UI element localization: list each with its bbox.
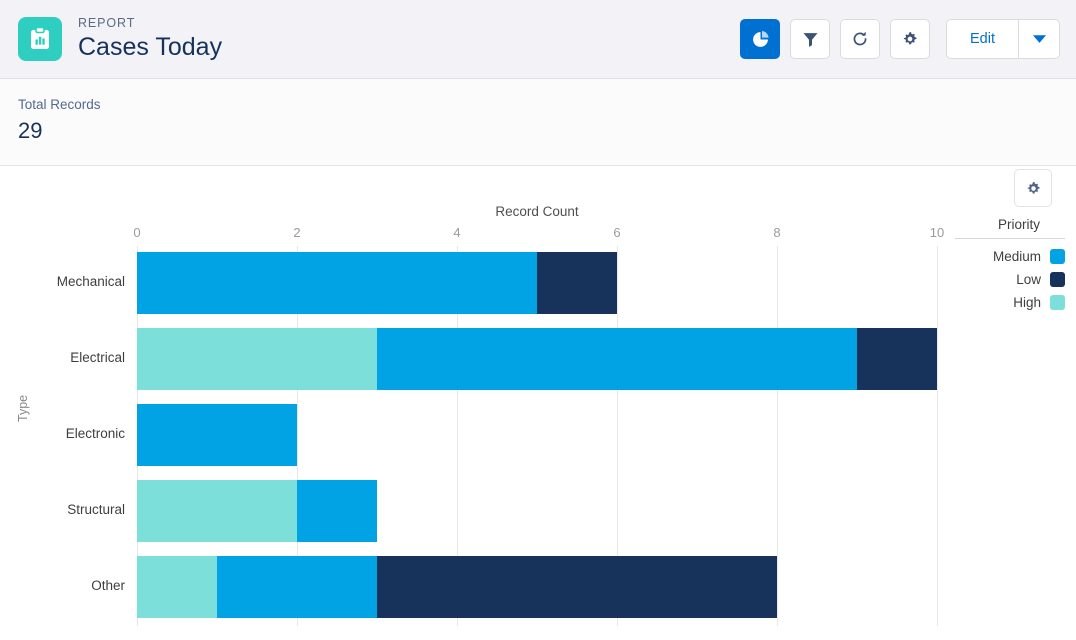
bar-segment[interactable]	[297, 480, 377, 542]
legend-divider	[955, 238, 1065, 239]
chart-legend: Priority Medium Low High	[955, 217, 1065, 314]
filter-button[interactable]	[790, 19, 830, 59]
x-axis-tick-label: 4	[453, 225, 461, 240]
bar-segment[interactable]	[537, 252, 617, 314]
legend-item-label: Medium	[992, 249, 1041, 264]
chart-region: Record Count Type 0 2 4 6 8 10 Mechanical Elect…	[0, 166, 1076, 639]
bar-segment[interactable]	[377, 328, 857, 390]
bar-segment[interactable]	[857, 328, 937, 390]
summary-strip: Total Records 29	[0, 79, 1076, 166]
bar-segment[interactable]	[137, 556, 217, 618]
bar-row	[137, 404, 937, 466]
chart-toggle-button[interactable]	[740, 19, 780, 59]
y-axis-category-label: Other	[91, 578, 125, 593]
bar-segment[interactable]	[137, 404, 297, 466]
total-records-value: 29	[18, 117, 43, 143]
edit-button-group: Edit	[946, 19, 1060, 59]
header-toolbar: Edit	[740, 19, 1060, 59]
legend-color-swatch	[1050, 249, 1065, 264]
bar-row	[137, 328, 937, 390]
legend-color-swatch	[1050, 295, 1065, 310]
x-axis-tick-label: 0	[133, 225, 141, 240]
bar-segment[interactable]	[217, 556, 377, 618]
y-axis-category-label: Mechanical	[56, 274, 125, 289]
bar-segment[interactable]	[377, 556, 777, 618]
legend-item-label: Low	[1016, 272, 1041, 287]
page-title: Cases Today	[78, 33, 223, 62]
x-axis-title: Record Count	[495, 204, 579, 219]
settings-button[interactable]	[890, 19, 930, 59]
x-axis-tick-label: 6	[613, 225, 621, 240]
page-header: REPORT Cases Today Edit	[0, 0, 1076, 79]
legend-item-label: High	[1013, 295, 1041, 310]
legend-item[interactable]: Medium	[955, 245, 1065, 268]
legend-color-swatch	[1050, 272, 1065, 287]
edit-button[interactable]: Edit	[946, 19, 1018, 59]
bar-segment[interactable]	[137, 252, 537, 314]
x-axis-tick-label: 8	[773, 225, 781, 240]
legend-item-list: Medium Low High	[955, 245, 1065, 314]
report-clipboard-icon	[18, 17, 62, 61]
breadcrumb-object-type: REPORT	[78, 16, 136, 31]
y-axis-title: Type	[16, 394, 30, 422]
total-records-label: Total Records	[18, 97, 101, 112]
legend-item[interactable]: High	[955, 291, 1065, 314]
y-axis-category-label: Electronic	[65, 426, 125, 441]
bar-segment[interactable]	[137, 480, 297, 542]
edit-dropdown-caret-icon[interactable]	[1018, 19, 1060, 59]
y-axis-category-label: Electrical	[70, 350, 125, 365]
bar-row	[137, 556, 937, 618]
y-axis-category-label: Structural	[67, 502, 125, 517]
bar-segment[interactable]	[137, 328, 377, 390]
bar-row	[137, 252, 937, 314]
plot-area: 0 2 4 6 8 10 Mechanical Electrical Electronic Str…	[57, 225, 944, 626]
chart-settings-gear-icon[interactable]	[1014, 169, 1052, 207]
bar-row	[137, 480, 937, 542]
refresh-button[interactable]	[840, 19, 880, 59]
legend-item[interactable]: Low	[955, 268, 1065, 291]
x-axis-tick-label: 10	[929, 225, 945, 240]
x-axis-tick-label: 2	[293, 225, 301, 240]
title-block: REPORT Cases Today	[78, 16, 222, 62]
legend-title: Priority	[997, 217, 1040, 232]
gridline	[937, 246, 938, 626]
